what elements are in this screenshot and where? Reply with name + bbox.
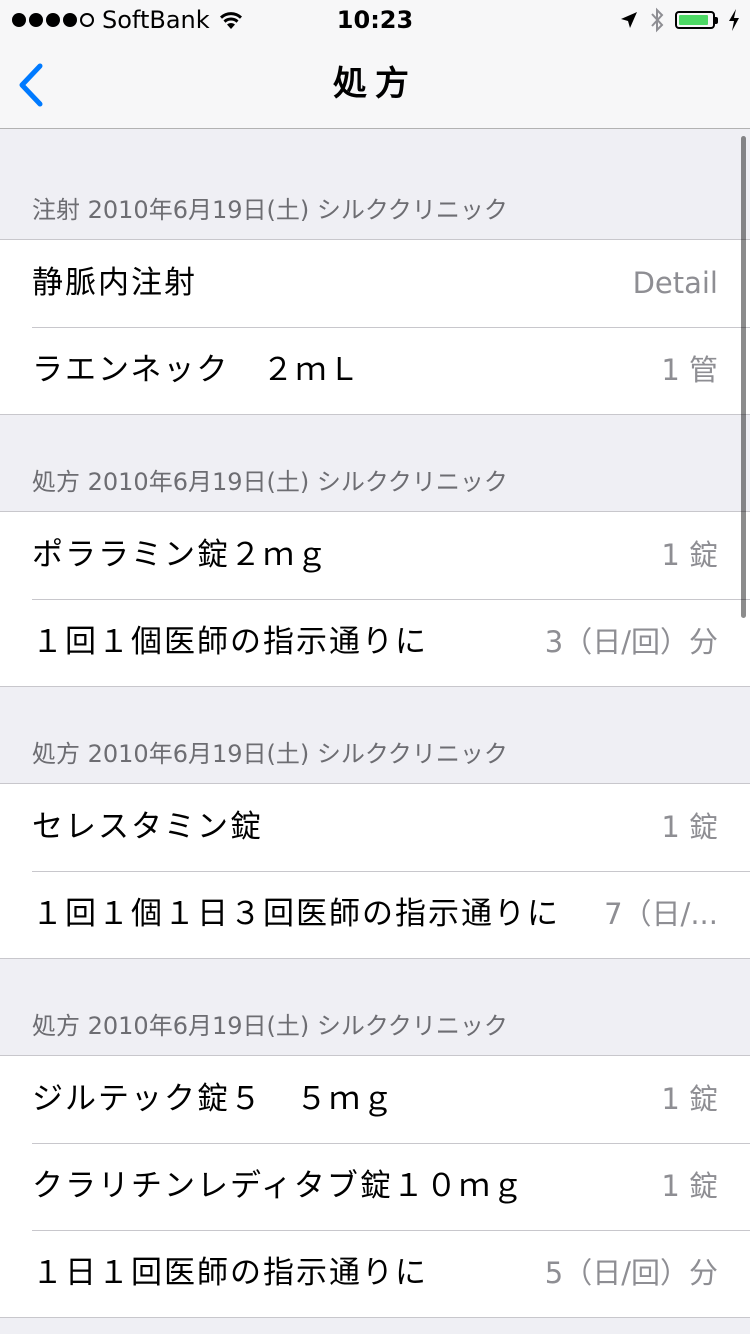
item-detail: 1 管: [661, 353, 718, 387]
prescription-list: 注射 2010年6月19日(土) シルククリニック 静脈内注射 Detail ラ…: [0, 129, 750, 1318]
list-item[interactable]: ジルテック錠５ ５ｍｇ 1 錠: [0, 1056, 750, 1143]
item-label: クラリチンレディタブ錠１０ｍｇ: [32, 1168, 525, 1204]
section-group: ポララミン錠２ｍｇ 1 錠 １回１個医師の指示通りに 3（日/回）分: [0, 511, 750, 687]
scrollbar[interactable]: [741, 136, 746, 618]
item-detail: 1 錠: [661, 1082, 718, 1116]
section-header: 処方 2010年6月19日(土) シルククリニック: [32, 468, 508, 496]
section-header: 処方 2010年6月19日(土) シルククリニック: [32, 1012, 508, 1040]
item-label: 静脈内注射: [32, 265, 197, 301]
item-label: ジルテック錠５ ５ｍｇ: [32, 1081, 395, 1117]
page-title: 処方: [333, 64, 417, 104]
location-arrow-icon: [621, 12, 637, 28]
item-detail: 1 錠: [661, 810, 718, 844]
item-detail: 5（日/回）分: [544, 1256, 718, 1290]
list-item[interactable]: クラリチンレディタブ錠１０ｍｇ 1 錠: [0, 1143, 750, 1230]
item-label: ラエンネック ２ｍＬ: [32, 352, 362, 388]
list-item[interactable]: １回１個医師の指示通りに 3（日/回）分: [0, 599, 750, 686]
item-detail: 1 錠: [661, 538, 718, 572]
item-detail: 1 錠: [661, 1169, 718, 1203]
section-group: 静脈内注射 Detail ラエンネック ２ｍＬ 1 管: [0, 239, 750, 415]
item-detail: 3（日/回）分: [544, 625, 718, 659]
item-detail: 7（日/...: [604, 897, 718, 931]
item-label: ポララミン錠２ｍｇ: [32, 537, 329, 573]
list-item[interactable]: １回１個１日３回医師の指示通りに 7（日/...: [0, 871, 750, 958]
item-label: セレスタミン錠: [32, 809, 263, 845]
list-item[interactable]: 静脈内注射 Detail: [0, 240, 750, 327]
navigation-bar: 処方: [0, 40, 750, 129]
status-right: [619, 6, 740, 34]
list-item[interactable]: セレスタミン錠 1 錠: [0, 784, 750, 871]
item-label: １回１個医師の指示通りに: [32, 624, 428, 660]
list-item[interactable]: ポララミン錠２ｍｇ 1 錠: [0, 512, 750, 599]
charging-bolt-icon: [729, 9, 739, 31]
item-label: １日１回医師の指示通りに: [32, 1255, 428, 1291]
section-header: 処方 2010年6月19日(土) シルククリニック: [32, 740, 508, 768]
section-header: 注射 2010年6月19日(土) シルククリニック: [32, 196, 508, 224]
section-group: セレスタミン錠 1 錠 １回１個１日３回医師の指示通りに 7（日/...: [0, 783, 750, 959]
battery-icon: [675, 11, 718, 29]
section-group: ジルテック錠５ ５ｍｇ 1 錠 クラリチンレディタブ錠１０ｍｇ 1 錠 １日１回…: [0, 1055, 750, 1318]
status-bar: SoftBank 10:23: [0, 0, 750, 40]
list-item[interactable]: １日１回医師の指示通りに 5（日/回）分: [0, 1230, 750, 1317]
list-item[interactable]: ラエンネック ２ｍＬ 1 管: [0, 327, 750, 414]
item-detail: Detail: [632, 266, 718, 300]
bluetooth-icon: [651, 7, 664, 33]
item-label: １回１個１日３回医師の指示通りに: [32, 896, 560, 932]
